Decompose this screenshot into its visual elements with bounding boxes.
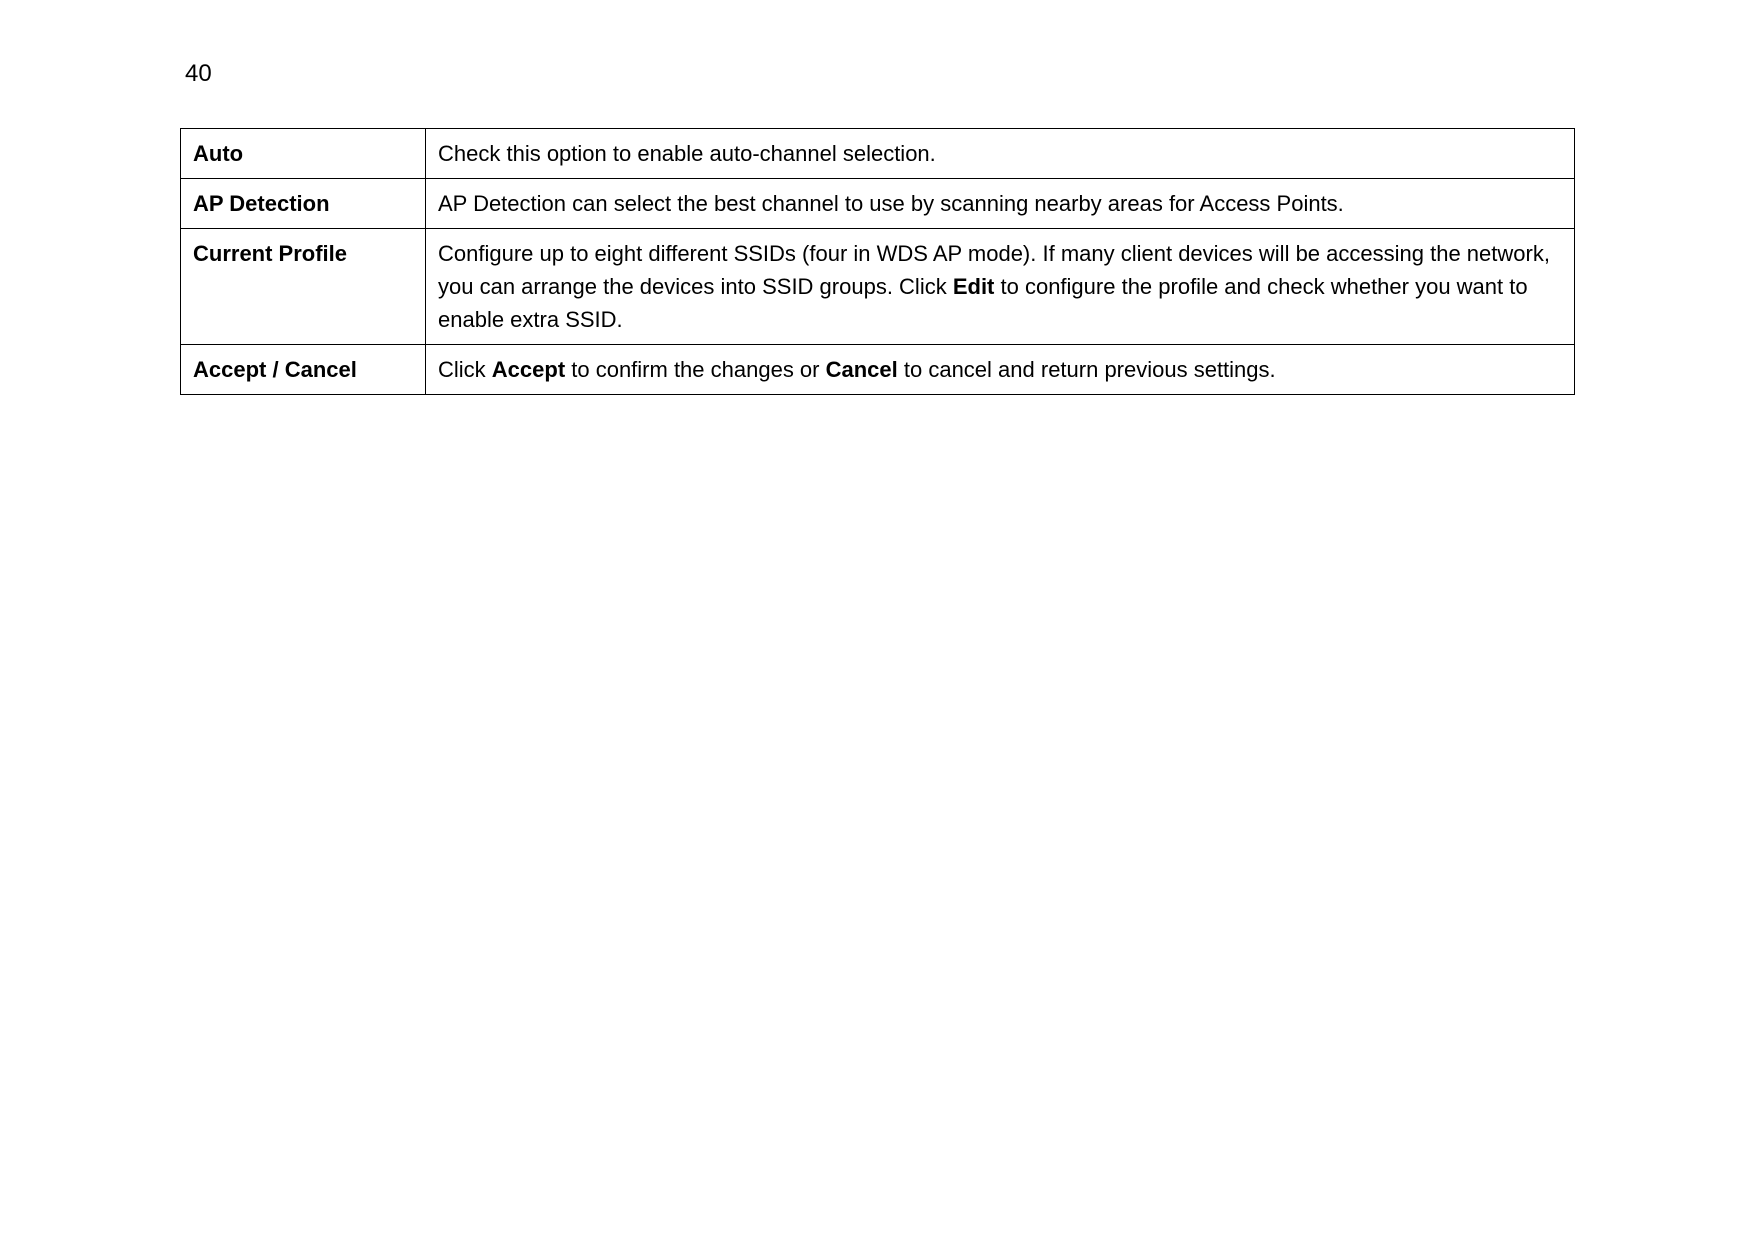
row-label-auto: Auto [181, 129, 426, 179]
desc-bold-accept: Accept [492, 357, 565, 382]
desc-text: to confirm the changes or [565, 357, 825, 382]
table-row: Current Profile Configure up to eight di… [181, 229, 1575, 345]
settings-table: Auto Check this option to enable auto-ch… [180, 128, 1575, 395]
row-label-current-profile: Current Profile [181, 229, 426, 345]
desc-text: to cancel and return previous settings. [898, 357, 1276, 382]
row-desc-current-profile: Configure up to eight different SSIDs (f… [426, 229, 1575, 345]
table-row: Auto Check this option to enable auto-ch… [181, 129, 1575, 179]
desc-bold-edit: Edit [953, 274, 995, 299]
row-desc-ap-detection: AP Detection can select the best channel… [426, 179, 1575, 229]
table-row: AP Detection AP Detection can select the… [181, 179, 1575, 229]
row-label-ap-detection: AP Detection [181, 179, 426, 229]
row-desc-auto: Check this option to enable auto-channel… [426, 129, 1575, 179]
desc-bold-cancel: Cancel [826, 357, 898, 382]
table-row: Accept / Cancel Click Accept to confirm … [181, 345, 1575, 395]
desc-text: Click [438, 357, 492, 382]
page-number: 40 [185, 60, 1575, 88]
row-label-accept-cancel: Accept / Cancel [181, 345, 426, 395]
row-desc-accept-cancel: Click Accept to confirm the changes or C… [426, 345, 1575, 395]
